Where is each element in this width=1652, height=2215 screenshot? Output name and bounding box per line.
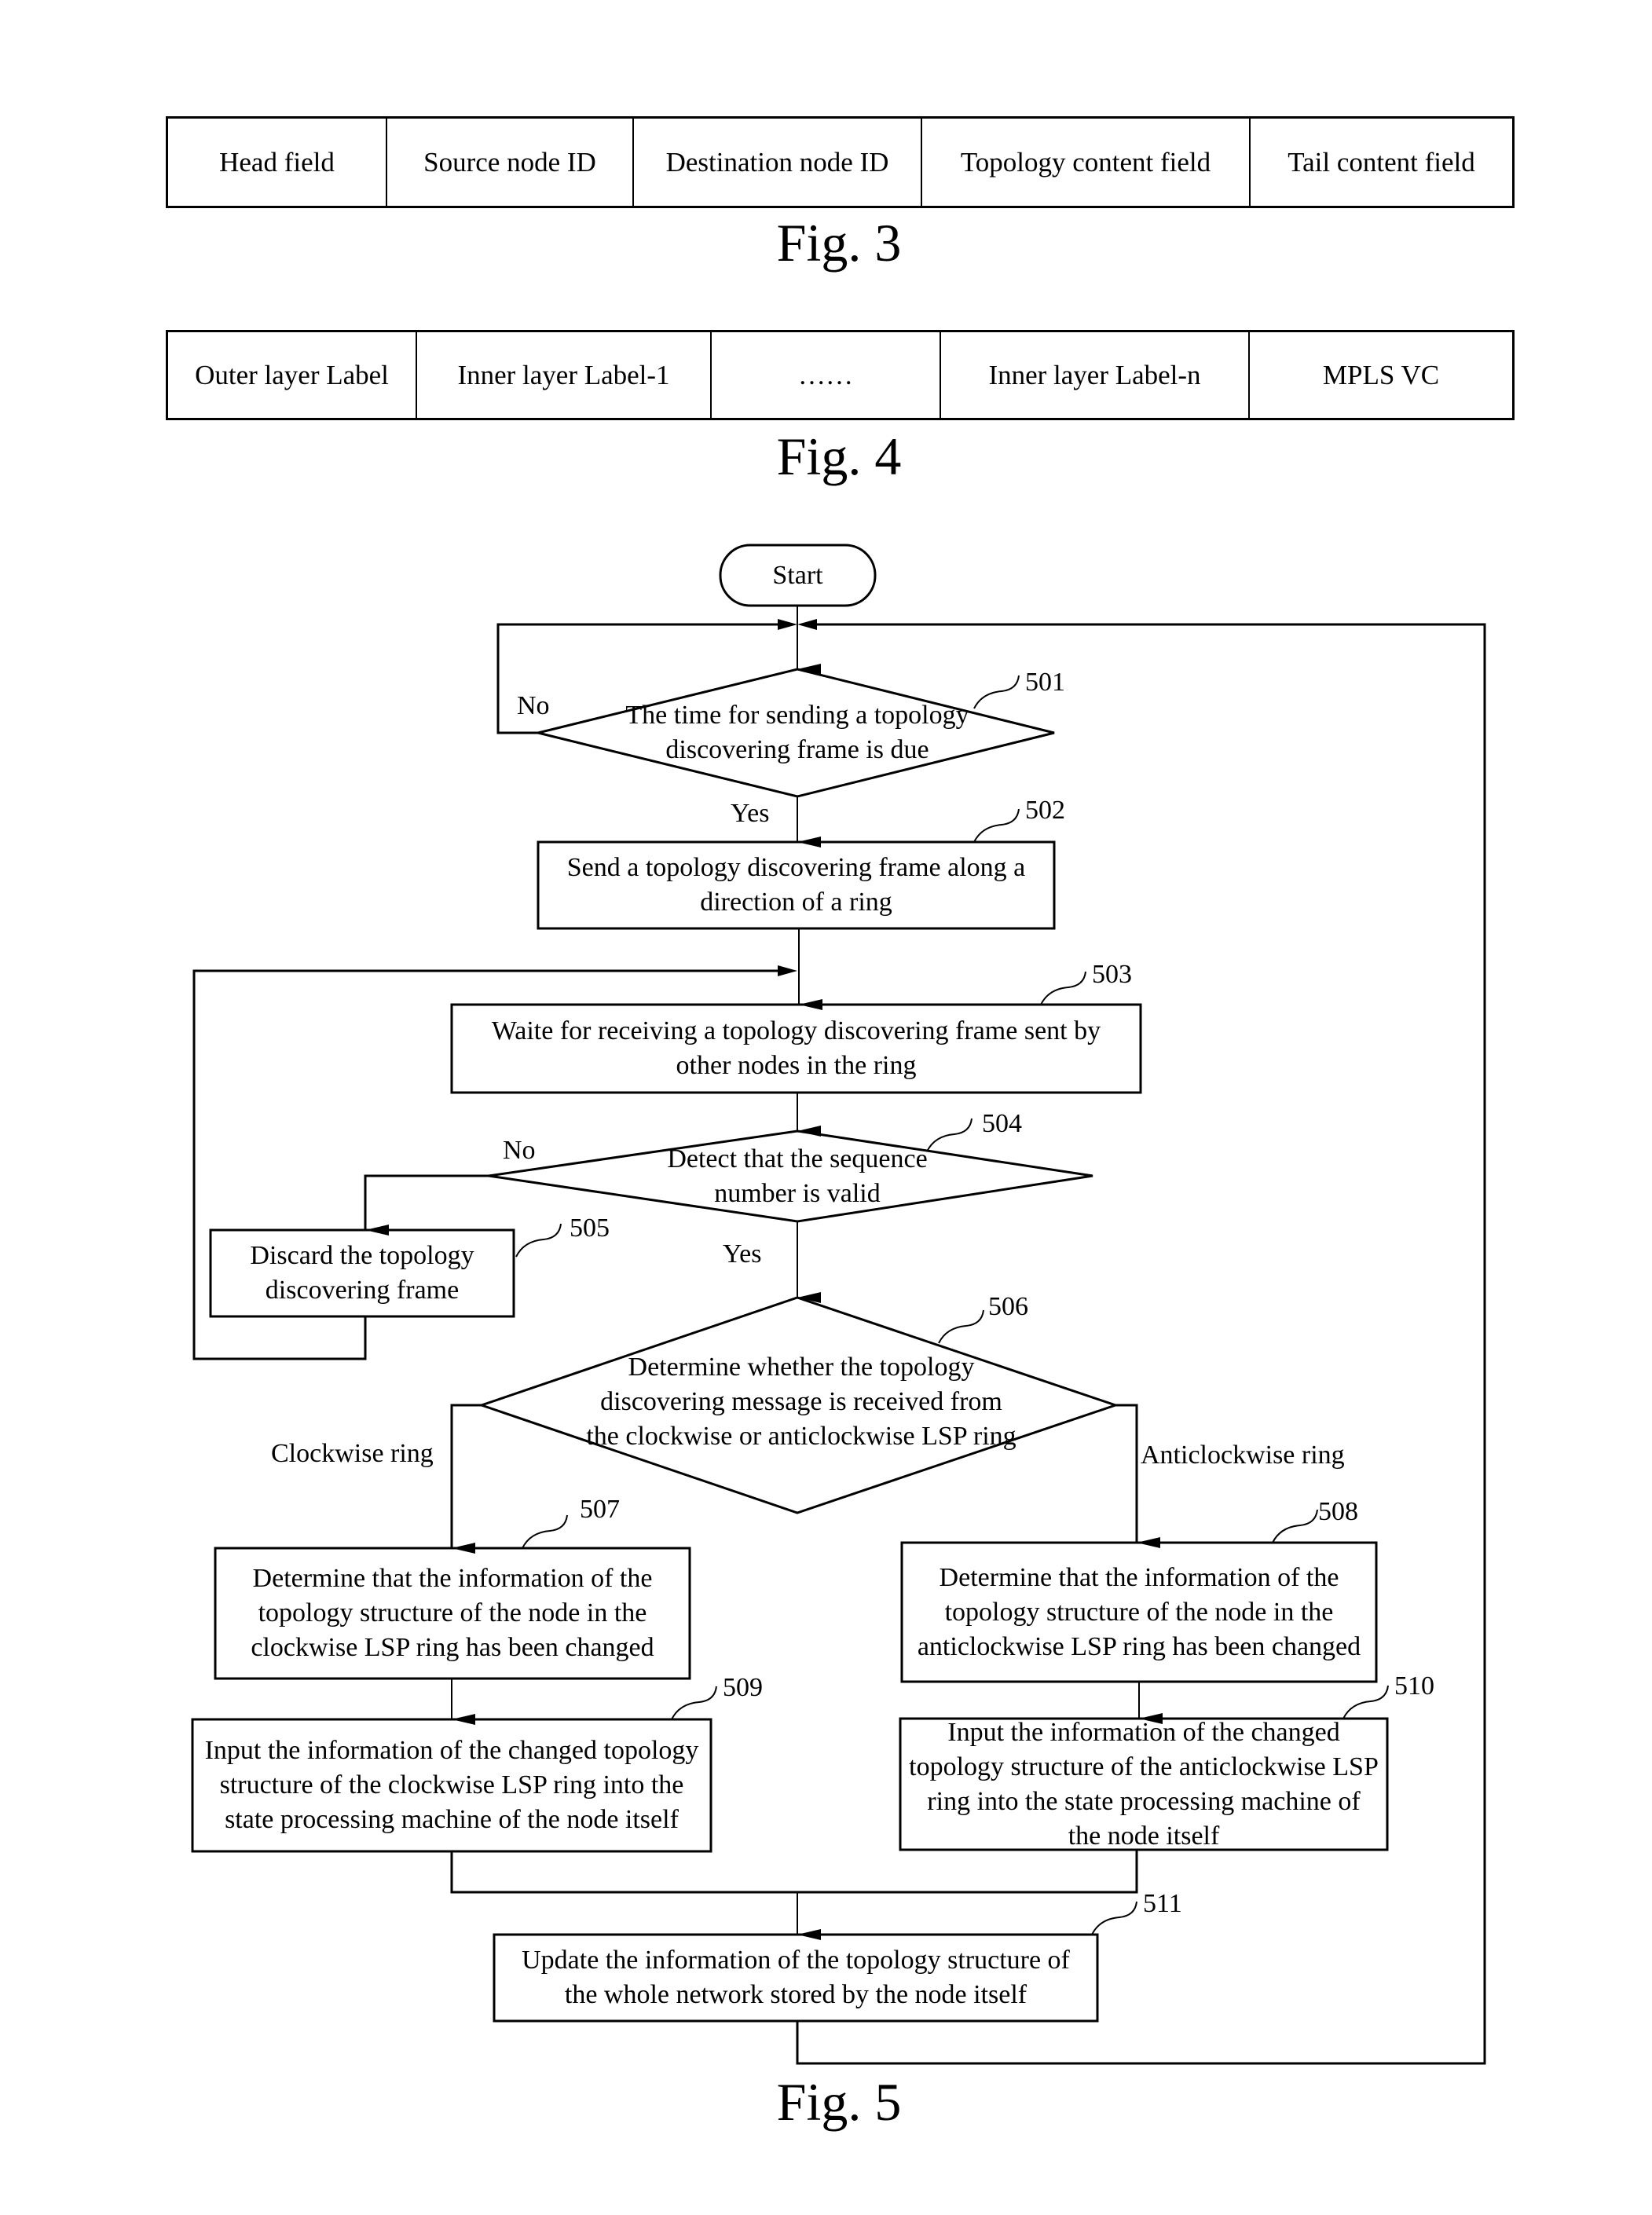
connector-506-anticlockwise [1115,1404,1160,1548]
ref-505: 505 [570,1214,610,1243]
ref-508: 508 [1318,1497,1358,1526]
ref-510: 510 [1394,1671,1434,1701]
process-510-text: Input the information of the changed top… [909,1717,1379,1851]
leader-502 [973,808,1020,843]
branch-label-clockwise: Clockwise ring [271,1439,434,1468]
ref-503: 503 [1092,960,1132,989]
leader-509 [671,1686,717,1720]
ref-502: 502 [1025,796,1065,825]
arrowhead-left-junction [778,619,797,630]
leader-508 [1272,1509,1318,1543]
process-509-text: Input the information of the changed top… [204,1736,699,1834]
process-502-text: Send a topology discovering frame along … [566,853,1026,917]
decision-506-text: Determine whether the topology discoveri… [586,1353,1016,1451]
leader-505 [515,1223,562,1258]
decision-501-text: The time for sending a topology discover… [625,701,969,764]
branch-label-yes-501: Yes [731,799,770,828]
process-503-text: Waite for receiving a topology discoveri… [491,1016,1101,1080]
connector-504-no-to-505 [364,1174,489,1236]
leader-511 [1091,1901,1137,1935]
connector-506-clockwise [450,1404,482,1554]
ref-506: 506 [988,1292,1028,1321]
decision-504-text: Detect that the sequence number is valid [667,1144,928,1208]
process-511-text: Update the information of the topology s… [522,1946,1070,2009]
process-505-text: Discard the topology discovering frame [250,1241,474,1305]
ref-509: 509 [723,1673,763,1702]
branch-label-anticlockwise: Anticlockwise ring [1141,1441,1345,1470]
fig5-caption: Fig. 5 [776,2072,902,2132]
leader-507 [522,1514,568,1549]
branch-label-no-504: No [503,1136,536,1165]
fig5-flowchart [191,544,1486,2065]
ref-507: 507 [580,1495,620,1524]
branch-label-no-501: No [517,691,550,720]
process-507-text: Determine that the information of the to… [251,1564,654,1662]
connector-merge [450,1850,1138,1894]
ref-511: 511 [1143,1889,1182,1918]
leader-510 [1342,1685,1389,1719]
ref-501: 501 [1025,668,1065,697]
leader-503 [1040,971,1086,1005]
process-508-text: Determine that the information of the to… [917,1562,1361,1661]
start-label: Start [772,560,823,590]
arrowhead-right-junction [797,619,817,630]
arrowhead-loop-503 [778,965,797,976]
branch-label-yes-504: Yes [723,1239,762,1269]
ref-504: 504 [982,1109,1022,1138]
